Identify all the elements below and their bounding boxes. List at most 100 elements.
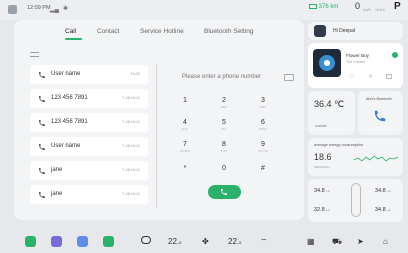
song-title: Flower Boy	[346, 53, 369, 58]
play-status-icon[interactable]	[392, 52, 398, 58]
dial-call-button[interactable]	[208, 185, 241, 199]
keypad-key-6[interactable]: 6 MNO	[252, 118, 274, 133]
tire-front-left: 34.8 psi	[314, 188, 331, 194]
incoming-call-icon	[39, 120, 45, 126]
bluetooth-icon: ✱	[63, 6, 69, 12]
keypad-key-4[interactable]: 4 GHI	[174, 118, 196, 133]
keypad-key-9[interactable]: 9 WXYZ	[252, 140, 274, 155]
driver-temperature[interactable]: 22.5	[168, 237, 181, 246]
tire-rear-left: 32.8 psi	[314, 207, 331, 213]
call-log-row[interactable]: User name 15:03	[30, 65, 148, 84]
bluetooth-device-name: Alex's Bluetooth	[366, 97, 392, 101]
battery-icon	[309, 4, 317, 9]
seat-heating-icon[interactable]: ⌔	[260, 237, 268, 247]
gear-indicator: P	[394, 1, 401, 12]
caller-name: User name	[51, 71, 81, 77]
tab-service-hotline[interactable]: Service Hotline	[140, 28, 184, 35]
car-icon[interactable]: ⛟	[332, 237, 342, 247]
keypad-key-3[interactable]: 3 DEF	[252, 96, 274, 111]
bluetooth-phone-icon	[374, 110, 386, 122]
call-time: 7-28 15:11	[122, 120, 140, 124]
car-top-view-icon	[351, 183, 361, 217]
backspace-icon[interactable]	[284, 74, 294, 81]
call-log-row[interactable]: 123 456 7891 7-28 15:11	[30, 113, 148, 132]
energy-unit: kWh/100km	[314, 165, 330, 169]
energy-app-icon[interactable]	[25, 236, 36, 247]
apps-grid-icon[interactable]: ▦	[307, 237, 315, 246]
fan-icon[interactable]: ✤	[202, 237, 209, 246]
incoming-call-icon	[39, 168, 45, 174]
panel-divider	[156, 64, 157, 208]
caller-name: 123 456 7891	[51, 95, 88, 101]
battery-range: 376 km	[309, 4, 338, 10]
status-bar: 12:09 PM ▂▄ ✱ 376 km 0 km/h 16 km P	[0, 0, 408, 20]
speed-value: 0	[355, 1, 361, 11]
home-icon[interactable]: ⌂	[383, 237, 388, 246]
phone-icon	[221, 189, 227, 195]
signal-icon: ▂▄	[50, 7, 59, 13]
keypad-key-hash[interactable]: #	[252, 164, 274, 179]
close-icon[interactable]: ✕	[368, 73, 373, 80]
status-time: 12:09 PM	[27, 5, 51, 11]
passenger-temperature[interactable]: 22.5	[228, 237, 241, 246]
tab-bluetooth-setting[interactable]: Bluetooth Setting	[204, 28, 254, 35]
call-time: 7-28 15:11	[122, 144, 140, 148]
phone-panel: Call Contact Service Hotline Bluetooth S…	[14, 20, 304, 220]
keypad-key-2[interactable]: 2 ABC	[213, 96, 235, 111]
caller-name: 123 456 7891	[51, 119, 88, 125]
song-artist: The Creator	[346, 60, 366, 64]
tire-pressure-card: 34.8 psi 34.8 psi 32.8 psi 34.8 psi	[308, 179, 403, 222]
phone-number-input[interactable]: Please enter a phone number	[182, 74, 298, 80]
tire-rear-right: 34.8 psi	[375, 207, 392, 213]
caller-name: User name	[51, 143, 81, 149]
caller-name: jane	[51, 191, 63, 197]
active-tab-indicator	[65, 38, 82, 40]
energy-title: average energy consumption	[314, 143, 363, 147]
call-time: 7-28 15:11	[122, 168, 140, 172]
caller-name: jane	[51, 167, 63, 173]
album-cover[interactable]	[313, 49, 341, 77]
call-log-row[interactable]: 123 456 7891 7-28 15:11	[30, 89, 148, 108]
speed-unit: km/h	[363, 8, 371, 12]
incoming-call-icon	[39, 144, 45, 150]
temperature-value: 36.4 ℃	[314, 99, 345, 109]
media-app-icon[interactable]	[77, 236, 88, 247]
tire-front-right: 34.8 psi	[375, 188, 392, 194]
call-log-row[interactable]: jane 7-28 15:11	[30, 185, 148, 204]
incoming-call-icon	[39, 72, 45, 78]
keypad-key-7[interactable]: 7 PQRS	[174, 140, 196, 155]
favorite-icon[interactable]: ♡	[349, 73, 354, 80]
playlist-icon[interactable]	[386, 74, 392, 79]
energy-value: 18.6	[314, 152, 332, 162]
call-time: 15:03	[130, 72, 140, 76]
energy-card: average energy consumption 18.6 kWh/100k…	[308, 138, 403, 176]
call-log-row[interactable]: jane 7-28 15:11	[30, 161, 148, 180]
keypad-key-0[interactable]: 0	[213, 164, 235, 179]
navigation-icon[interactable]: ➤	[357, 237, 364, 246]
tab-contact[interactable]: Contact	[97, 28, 119, 35]
trip-distance: 16 km	[375, 8, 385, 12]
keypad-key-star[interactable]: *	[174, 164, 196, 179]
keypad-key-1[interactable]: 1	[174, 96, 196, 111]
energy-sparkline	[354, 155, 398, 162]
call-time: 7-28 15:11	[122, 96, 140, 100]
incoming-call-icon	[39, 96, 45, 102]
keypad-key-5[interactable]: 5 JKL	[213, 118, 235, 133]
menu-icon[interactable]	[30, 51, 39, 58]
outside-temperature-card: 36.4 ℃ outside	[308, 91, 355, 135]
call-log-row[interactable]: User name 7-28 15:11	[30, 137, 148, 156]
recirculation-icon[interactable]	[141, 236, 151, 244]
assistant-greeting: Hi Deepal	[333, 28, 355, 34]
assistant-icon	[314, 25, 326, 37]
incoming-call-icon	[39, 192, 45, 198]
call-time: 7-28 15:11	[122, 192, 140, 196]
settings-icon[interactable]	[8, 5, 17, 14]
bluetooth-card[interactable]: Alex's Bluetooth	[358, 91, 403, 135]
phone-app-icon[interactable]	[103, 236, 114, 247]
temperature-location: outside	[315, 124, 327, 128]
voice-assistant-card[interactable]: Hi Deepal	[308, 22, 403, 40]
tab-call[interactable]: Call	[65, 28, 76, 35]
music-card: Flower Boy The Creator ♡ ✕	[308, 43, 403, 88]
keypad-key-8[interactable]: 8 TUV	[213, 140, 235, 155]
assistant-app-icon[interactable]	[51, 236, 62, 247]
